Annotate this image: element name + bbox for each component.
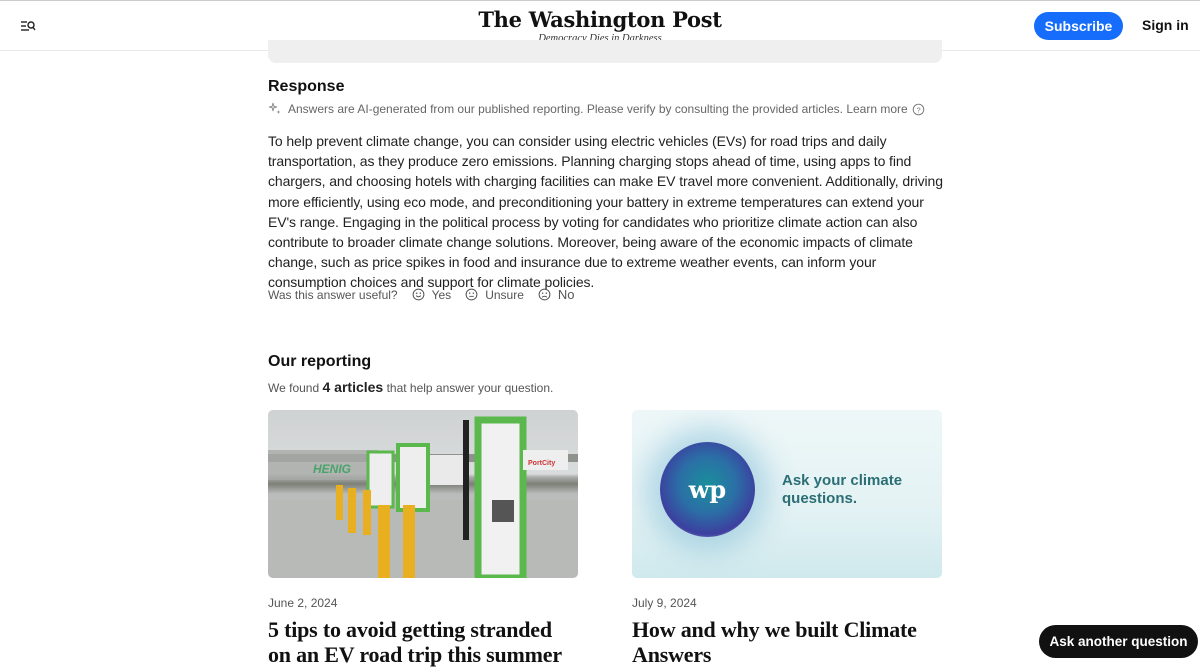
articles-found-text: We found 4 articles that help answer you… (268, 379, 553, 395)
found-count: 4 articles (322, 379, 384, 395)
ask-another-question-button[interactable]: Ask another question (1039, 625, 1198, 658)
smile-icon (412, 288, 425, 301)
response-heading: Response (268, 78, 345, 95)
feedback-prompt: Was this answer useful? (268, 287, 398, 302)
site-logo[interactable]: The Washington Post (0, 8, 1200, 32)
article-date: July 9, 2024 (632, 596, 697, 610)
article-card[interactable]: wp Ask your climate questions. July 9, 2… (632, 410, 942, 667)
article-date: June 2, 2024 (268, 596, 338, 610)
feedback-no-label: No (557, 287, 575, 302)
article-headline[interactable]: 5 tips to avoid getting stranded on an E… (268, 617, 578, 667)
learn-more-link[interactable]: Learn more (846, 102, 907, 116)
feedback-yes-label: Yes (431, 287, 452, 302)
feedback-no-button[interactable]: No (538, 287, 575, 302)
found-suffix: that help answer your question. (386, 381, 554, 395)
ai-disclaimer: Answers are AI-generated from our publis… (268, 102, 925, 116)
svg-text:PortCity: PortCity (528, 460, 555, 467)
ev-charger-image: HENIG PortCity (268, 416, 578, 578)
subscribe-button[interactable]: Subscribe (1034, 12, 1123, 40)
found-prefix: We found (268, 381, 320, 395)
neutral-face-icon (465, 288, 478, 301)
sign-in-link[interactable]: Sign in (1142, 17, 1189, 33)
article-thumbnail[interactable]: HENIG PortCity (268, 410, 578, 578)
feedback-row: Was this answer useful? Yes Unsure No (268, 287, 575, 302)
feedback-unsure-label: Unsure (485, 287, 524, 302)
help-circle-icon[interactable]: ? (912, 103, 925, 116)
disclaimer-text: Answers are AI-generated from our publis… (288, 102, 843, 116)
frown-icon (538, 288, 551, 301)
thumbnail-caption: Ask your climate questions. (782, 472, 903, 507)
article-card[interactable]: HENIG PortCity June 2, 2024 5 tips to av… (268, 410, 578, 667)
article-thumbnail[interactable]: wp Ask your climate questions. (632, 410, 942, 578)
wp-orb-graphic: wp (660, 442, 755, 537)
svg-text:?: ? (916, 105, 920, 114)
feedback-unsure-button[interactable]: Unsure (465, 288, 524, 302)
reporting-heading: Our reporting (268, 353, 372, 370)
answer-text: To help prevent climate change, you can … (268, 133, 943, 291)
sparkle-icon (268, 102, 281, 114)
article-headline[interactable]: How and why we built Climate Answers (632, 617, 942, 667)
question-box (268, 40, 942, 63)
wp-logo-icon: wp (688, 475, 727, 504)
feedback-yes-button[interactable]: Yes (412, 287, 452, 302)
svg-text:HENIG: HENIG (313, 462, 351, 476)
